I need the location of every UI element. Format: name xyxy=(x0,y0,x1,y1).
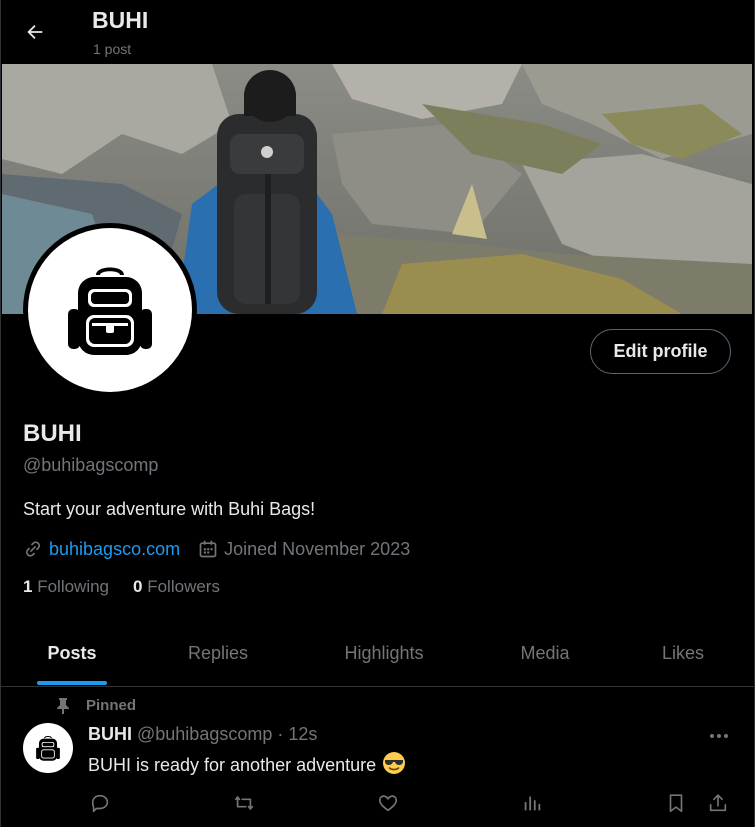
backpack-icon xyxy=(68,267,152,355)
tab-media[interactable]: Media xyxy=(475,620,615,686)
edit-profile-button[interactable]: Edit profile xyxy=(590,329,731,374)
share-icon xyxy=(709,794,727,812)
bookmark-icon xyxy=(669,794,683,813)
profile-bio: Start your adventure with Buhi Bags! xyxy=(23,499,316,519)
views-button[interactable] xyxy=(519,790,545,816)
display-name: BUHI xyxy=(23,420,82,447)
tab-replies[interactable]: Replies xyxy=(143,620,293,686)
tab-posts[interactable]: Posts xyxy=(1,620,143,686)
sunglasses-emoji-icon xyxy=(382,751,406,780)
following-label: Following xyxy=(37,577,110,596)
joined-item: Joined November 2023 xyxy=(198,539,410,560)
repost-icon xyxy=(234,796,254,810)
tab-highlights[interactable]: Highlights xyxy=(293,620,475,686)
share-button[interactable] xyxy=(705,790,731,816)
user-handle: @buhibagscomp xyxy=(23,455,159,475)
back-arrow-icon xyxy=(27,24,43,40)
reply-button[interactable] xyxy=(87,790,113,816)
following-count: 1 xyxy=(23,577,33,596)
bookmark-button[interactable] xyxy=(663,790,689,816)
post-author[interactable]: BUHI xyxy=(88,724,132,745)
profile-meta: buhibagsco.com Joined November 2023 xyxy=(23,537,428,561)
profile-tabs: Posts Replies Highlights Media Likes xyxy=(1,620,754,687)
link-icon xyxy=(26,541,40,557)
post-header: BUHI @buhibagscomp · 12s xyxy=(88,724,317,745)
following-link[interactable]: 1 Following xyxy=(23,577,109,597)
followers-count: 0 xyxy=(133,577,143,596)
post-text: BUHI is ready for another adventure xyxy=(88,755,377,775)
follow-stats: 1 Following 0 Followers xyxy=(23,577,244,597)
reply-icon xyxy=(91,794,109,813)
post-meta: @buhibagscomp · 12s xyxy=(137,724,318,744)
followers-link[interactable]: 0 Followers xyxy=(133,577,220,597)
header-title: BUHI xyxy=(92,7,149,33)
profile-avatar[interactable] xyxy=(23,223,197,397)
backpack-icon xyxy=(36,735,60,761)
like-icon xyxy=(378,795,398,812)
header-post-count: 1 post xyxy=(93,41,132,57)
post-text-row: BUHI is ready for another adventure xyxy=(88,751,406,780)
pinned-label: Pinned xyxy=(86,697,137,714)
top-bar: BUHI 1 post xyxy=(1,0,754,64)
post-avatar[interactable] xyxy=(23,723,73,773)
repost-button[interactable] xyxy=(231,790,257,816)
profile-page: BUHI 1 post Edit profile BUHI @buhibagsc… xyxy=(0,0,755,827)
back-button[interactable] xyxy=(17,14,53,50)
website-item: buhibagsco.com xyxy=(23,539,180,560)
active-tab-indicator xyxy=(37,681,107,685)
tab-likes[interactable]: Likes xyxy=(615,620,751,686)
followers-label: Followers xyxy=(147,577,220,596)
more-icon xyxy=(710,734,728,738)
website-link[interactable]: buhibagsco.com xyxy=(49,539,180,560)
calendar-icon xyxy=(199,540,217,558)
post-more-button[interactable] xyxy=(705,722,733,750)
like-button[interactable] xyxy=(375,790,401,816)
views-icon xyxy=(524,796,541,811)
pin-icon xyxy=(57,697,69,714)
joined-date: Joined November 2023 xyxy=(224,538,411,559)
pinned-label-row: Pinned xyxy=(56,697,136,714)
